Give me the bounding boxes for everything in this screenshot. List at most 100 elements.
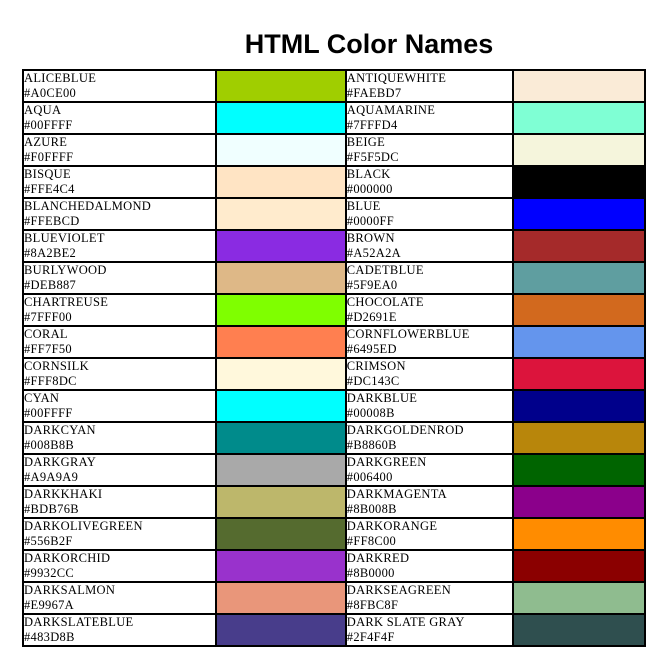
color-name-cell: DARKMAGENTA #8B008B <box>344 485 514 519</box>
document-page: HTML Color Names ALICEBLUE #A0CE00 ANTIQUE… <box>0 0 646 654</box>
color-swatch <box>215 261 347 295</box>
color-hex: #B8860B <box>346 438 397 452</box>
table-row: DARKCYAN #008B8B DARKGOLDENROD #B8860B <box>21 421 646 455</box>
table-row: BISQUE #FFE4C4 BLACK #000000 <box>21 165 646 199</box>
color-name-cell: AQUAMARINE #7FFFD4 <box>344 101 514 135</box>
table-row: CHARTREUSE #7FFF00 CHOCOLATE #D2691E <box>21 293 646 327</box>
color-name-cell: CYAN #00FFFF <box>21 389 218 423</box>
color-name-cell: CHARTREUSE #7FFF00 <box>21 293 218 327</box>
color-name: DARKBLUE <box>346 391 418 405</box>
table-row: DARKOLIVEGREEN #556B2F DARKORANGE #FF8C00 <box>21 517 646 551</box>
color-hex: #E9967A <box>24 598 75 612</box>
color-hex: #483D8B <box>24 630 75 644</box>
color-swatch <box>215 421 347 455</box>
color-hex: #556B2F <box>24 534 73 548</box>
color-swatch <box>511 229 646 263</box>
color-name-cell: BLUEVIOLET #8A2BE2 <box>21 229 218 263</box>
color-name-cell: CORNFLOWERBLUE #6495ED <box>344 325 514 359</box>
color-swatch <box>511 197 646 231</box>
color-name-cell: DARKORCHID #9932CC <box>21 549 218 583</box>
color-name-cell: ANTIQUEWHITE #FAEBD7 <box>344 69 514 103</box>
color-hex: #A52A2A <box>346 246 401 260</box>
color-name-cell: DARKKHAKI #BDB76B <box>21 485 218 519</box>
color-name: DARKKHAKI <box>24 487 103 501</box>
color-swatch <box>215 389 347 423</box>
color-hex: #F0FFFF <box>24 150 74 164</box>
color-name: BLUEVIOLET <box>24 231 105 245</box>
color-name: DARKSALMON <box>24 583 116 597</box>
color-name-cell: CORAL #FF7F50 <box>21 325 218 359</box>
color-hex: #A9A9A9 <box>24 470 79 484</box>
color-name: DARK SLATE GRAY <box>346 615 465 629</box>
table-row: CORAL #FF7F50 CORNFLOWERBLUE #6495ED <box>21 325 646 359</box>
color-name: DARKORCHID <box>24 551 111 565</box>
color-swatch <box>215 549 347 583</box>
color-name: DARKSEAGREEN <box>346 583 452 597</box>
color-hex: #006400 <box>346 470 393 484</box>
color-hex: #000000 <box>346 182 393 196</box>
color-name-cell: BROWN #A52A2A <box>344 229 514 263</box>
color-name: AZURE <box>24 135 68 149</box>
color-hex: #7FFF00 <box>24 310 72 324</box>
color-hex: #FAEBD7 <box>346 86 402 100</box>
color-name-cell: AZURE #F0FFFF <box>21 133 218 167</box>
color-name-cell: DARKCYAN #008B8B <box>21 421 218 455</box>
color-swatch <box>215 197 347 231</box>
color-hex: #FF8C00 <box>346 534 397 548</box>
color-swatch <box>215 453 347 487</box>
color-name: DARKORANGE <box>346 519 438 533</box>
table-row: ALICEBLUE #A0CE00 ANTIQUEWHITE #FAEBD7 <box>21 69 646 103</box>
color-name: BURLYWOOD <box>24 263 107 277</box>
color-name-cell: BLUE #0000FF <box>344 197 514 231</box>
color-swatch <box>215 165 347 199</box>
color-name-cell: AQUA #00FFFF <box>21 101 218 135</box>
color-name: CHOCOLATE <box>346 295 424 309</box>
color-name: CYAN <box>24 391 60 405</box>
color-hex: #DC143C <box>346 374 400 388</box>
color-swatch <box>215 133 347 167</box>
color-swatch <box>511 325 646 359</box>
color-name: DARKRED <box>346 551 410 565</box>
color-name-cell: DARKSALMON #E9967A <box>21 581 218 615</box>
table-row: DARKSLATEBLUE #483D8B DARK SLATE GRAY #2F4F… <box>21 613 646 647</box>
color-hex: #00FFFF <box>24 118 73 132</box>
color-swatch <box>215 69 347 103</box>
color-name-cell: DARKSEAGREEN #8FBC8F <box>344 581 514 615</box>
color-swatch <box>511 613 646 647</box>
table-row: AZURE #F0FFFF BEIGE #F5F5DC <box>21 133 646 167</box>
color-name: AQUAMARINE <box>346 103 436 117</box>
color-name-cell: BLACK #000000 <box>344 165 514 199</box>
color-name: ANTIQUEWHITE <box>346 71 447 85</box>
color-hex: #0000FF <box>346 214 395 228</box>
color-name-cell: DARKOLIVEGREEN #556B2F <box>21 517 218 551</box>
color-table: ALICEBLUE #A0CE00 ANTIQUEWHITE #FAEBD7 AQUA #… <box>21 69 646 647</box>
color-hex: #9932CC <box>24 566 75 580</box>
color-swatch <box>511 133 646 167</box>
table-row: DARKGRAY #A9A9A9 DARKGREEN #006400 <box>21 453 646 487</box>
color-name: CADETBLUE <box>346 263 424 277</box>
color-swatch <box>511 453 646 487</box>
color-name-cell: DARKGREEN #006400 <box>344 453 514 487</box>
color-hex: #7FFFD4 <box>346 118 398 132</box>
color-name: CORNSILK <box>24 359 89 373</box>
color-hex: #8FBC8F <box>346 598 399 612</box>
color-name-cell: DARKORANGE #FF8C00 <box>344 517 514 551</box>
color-hex: #2F4F4F <box>346 630 395 644</box>
color-hex: #F5F5DC <box>346 150 399 164</box>
color-name-cell: CADETBLUE #5F9EA0 <box>344 261 514 295</box>
table-row: DARKSALMON #E9967A DARKSEAGREEN #8FBC8F <box>21 581 646 615</box>
color-name-cell: BEIGE #F5F5DC <box>344 133 514 167</box>
color-name-cell: CORNSILK #FFF8DC <box>21 357 218 391</box>
color-swatch <box>215 581 347 615</box>
color-swatch <box>511 517 646 551</box>
color-hex: #FF7F50 <box>24 342 72 356</box>
color-swatch <box>511 261 646 295</box>
color-swatch <box>215 229 347 263</box>
color-name-cell: DARKGRAY #A9A9A9 <box>21 453 218 487</box>
color-name-cell: DARKGOLDENROD #B8860B <box>344 421 514 455</box>
color-name: DARKOLIVEGREEN <box>24 519 143 533</box>
color-name-cell: BISQUE #FFE4C4 <box>21 165 218 199</box>
color-swatch <box>511 357 646 391</box>
color-swatch <box>511 485 646 519</box>
table-row: AQUA #00FFFF AQUAMARINE #7FFFD4 <box>21 101 646 135</box>
